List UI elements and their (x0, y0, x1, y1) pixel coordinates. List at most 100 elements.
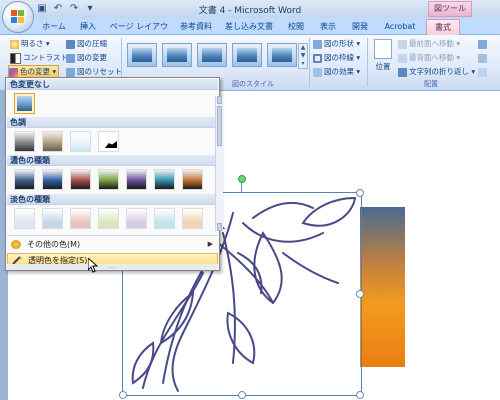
tab-page-layout[interactable]: ページ レイアウト (106, 19, 172, 46)
picture-style-thumb[interactable] (197, 43, 227, 67)
align-button[interactable] (478, 38, 489, 50)
position-button[interactable]: 位置 (372, 39, 394, 79)
light-variation-swatch[interactable] (154, 208, 175, 229)
contrast-icon (10, 52, 21, 64)
section-dark-variations: 濃色の種類 (7, 155, 218, 166)
customize-icon[interactable]: ▾ (84, 3, 96, 15)
more-colors-menu-item[interactable]: その他の色(M) ▶ (7, 238, 218, 251)
brightness-button[interactable]: 明るさ ▾ (10, 38, 50, 50)
light-variation-swatch[interactable] (126, 208, 147, 229)
picture-effects-button[interactable]: 図の効果 ▾ (313, 66, 360, 78)
picture-style-thumb[interactable] (127, 43, 157, 67)
tab-insert[interactable]: 挿入 (74, 19, 102, 34)
ribbon-tabs: ホーム 挿入 ページ レイアウト 参考資料 差し込み文書 校閲 表示 開発 Ac… (0, 18, 500, 46)
group-separator (367, 38, 368, 86)
picture-tools-context-label: 図ツール (428, 1, 472, 17)
swatch-image (17, 96, 32, 111)
menu-divider (7, 235, 218, 236)
picture-border-button[interactable]: 図の枠線 ▾ (313, 52, 360, 64)
recolor-icon (9, 67, 18, 77)
change-picture-button[interactable]: 図の変更 (66, 52, 107, 64)
rotate-icon (478, 67, 487, 77)
redo-icon[interactable]: ↷ (68, 3, 80, 15)
position-icon (374, 39, 392, 59)
swatch-washout[interactable] (70, 131, 91, 152)
wrap-label: 文字列の折り返し ▾ (409, 67, 476, 76)
text-wrap-button[interactable]: 文字列の折り返し ▾ (398, 66, 475, 78)
light-variation-swatch[interactable] (70, 208, 91, 229)
undo-icon[interactable]: ↶ (52, 3, 64, 15)
submenu-arrow-icon: ▶ (207, 240, 213, 248)
styles-group-label: 図のスタイル (232, 80, 274, 88)
brightness-label: 明るさ ▾ (21, 39, 50, 48)
tab-review[interactable]: 校閲 (282, 19, 310, 34)
tab-acrobat[interactable]: Acrobat (380, 19, 420, 34)
dark-variation-swatch[interactable] (70, 169, 91, 190)
dark-variation-swatch[interactable] (42, 169, 63, 190)
tab-view[interactable]: 表示 (314, 19, 342, 34)
swatch-sepia[interactable] (42, 131, 63, 152)
picture-shape-button[interactable]: 図の形状 ▾ (313, 38, 360, 50)
office-logo-icon (11, 10, 25, 24)
mouse-cursor-icon (88, 258, 98, 273)
styles-scroll-icon[interactable]: ▲ ▼ ▾ (298, 43, 308, 69)
sun-icon (10, 39, 19, 49)
scroll-thumb[interactable] (217, 106, 222, 146)
tab-home[interactable]: ホーム (36, 19, 72, 34)
picture-style-thumb[interactable] (267, 43, 297, 67)
tab-format[interactable]: 書式 (426, 19, 460, 35)
resize-handle-bottom-right[interactable] (356, 391, 364, 399)
wrap-icon (398, 67, 407, 77)
light-variation-swatch[interactable] (42, 208, 63, 229)
title-bar: 文書 4 - Microsoft Word 図ツール ▣ ↶ ↷ ▾ (0, 0, 500, 18)
menu-scrollbar[interactable] (215, 96, 223, 231)
tab-developer[interactable]: 開発 (346, 19, 374, 34)
send-back-icon (398, 53, 407, 63)
recolor-label: 色の変更 ▾ (20, 67, 57, 76)
light-variation-swatch[interactable] (182, 208, 203, 229)
send-to-back-button[interactable]: 最背面へ移動 ▾ (398, 52, 460, 64)
swatch-grayscale[interactable] (14, 131, 35, 152)
back-label: 最背面へ移動 ▾ (409, 53, 461, 62)
resize-handle-bottom-left[interactable] (119, 391, 127, 399)
tab-mailings[interactable]: 差し込み文書 (220, 19, 278, 34)
group-separator (309, 38, 310, 86)
compress-pictures-button[interactable]: 図の圧縮 (66, 38, 107, 50)
picture-style-thumb[interactable] (232, 43, 262, 67)
group-button[interactable] (478, 52, 489, 64)
reset-label: 図のリセット (77, 67, 122, 76)
dark-variation-swatch[interactable] (14, 169, 35, 190)
light-variation-swatch[interactable] (98, 208, 119, 229)
menu-resize-grip[interactable]: .... (7, 264, 218, 270)
arrange-group-label: 配置 (424, 80, 438, 88)
border-icon (313, 53, 322, 63)
contrast-button[interactable]: コントラスト ▾ (10, 52, 74, 64)
tab-references[interactable]: 参考資料 (176, 19, 216, 34)
bring-to-front-button[interactable]: 最前面へ移動 ▾ (398, 38, 460, 50)
office-button[interactable] (2, 1, 34, 33)
scroll-down-icon[interactable] (217, 223, 222, 231)
dark-variation-swatch[interactable] (98, 169, 119, 190)
scroll-up-icon[interactable] (217, 96, 222, 104)
save-icon[interactable]: ▣ (36, 3, 48, 15)
background-photo-image (360, 207, 405, 367)
dark-variation-swatch[interactable] (126, 169, 147, 190)
resize-handle-bottom[interactable] (238, 391, 246, 399)
resize-handle-right[interactable] (356, 290, 364, 298)
position-label: 位置 (375, 62, 391, 71)
reset-icon (66, 67, 75, 77)
section-no-recolor: 色変更なし (7, 79, 218, 90)
bring-front-icon (398, 39, 407, 49)
picture-style-thumb[interactable] (162, 43, 192, 67)
dark-variation-swatch[interactable] (182, 169, 203, 190)
compress-icon (66, 39, 75, 49)
change-label: 図の変更 (77, 53, 107, 62)
swatch-no-recolor[interactable] (14, 93, 35, 114)
rotate-handle[interactable] (238, 175, 246, 183)
resize-handle-top-right[interactable] (356, 189, 364, 197)
rotate-button[interactable] (478, 66, 489, 78)
light-variation-swatch[interactable] (14, 208, 35, 229)
swatch-black-white[interactable] (98, 131, 119, 152)
dark-variation-swatch[interactable] (154, 169, 175, 190)
section-light-variations: 淡色の種類 (7, 194, 218, 205)
